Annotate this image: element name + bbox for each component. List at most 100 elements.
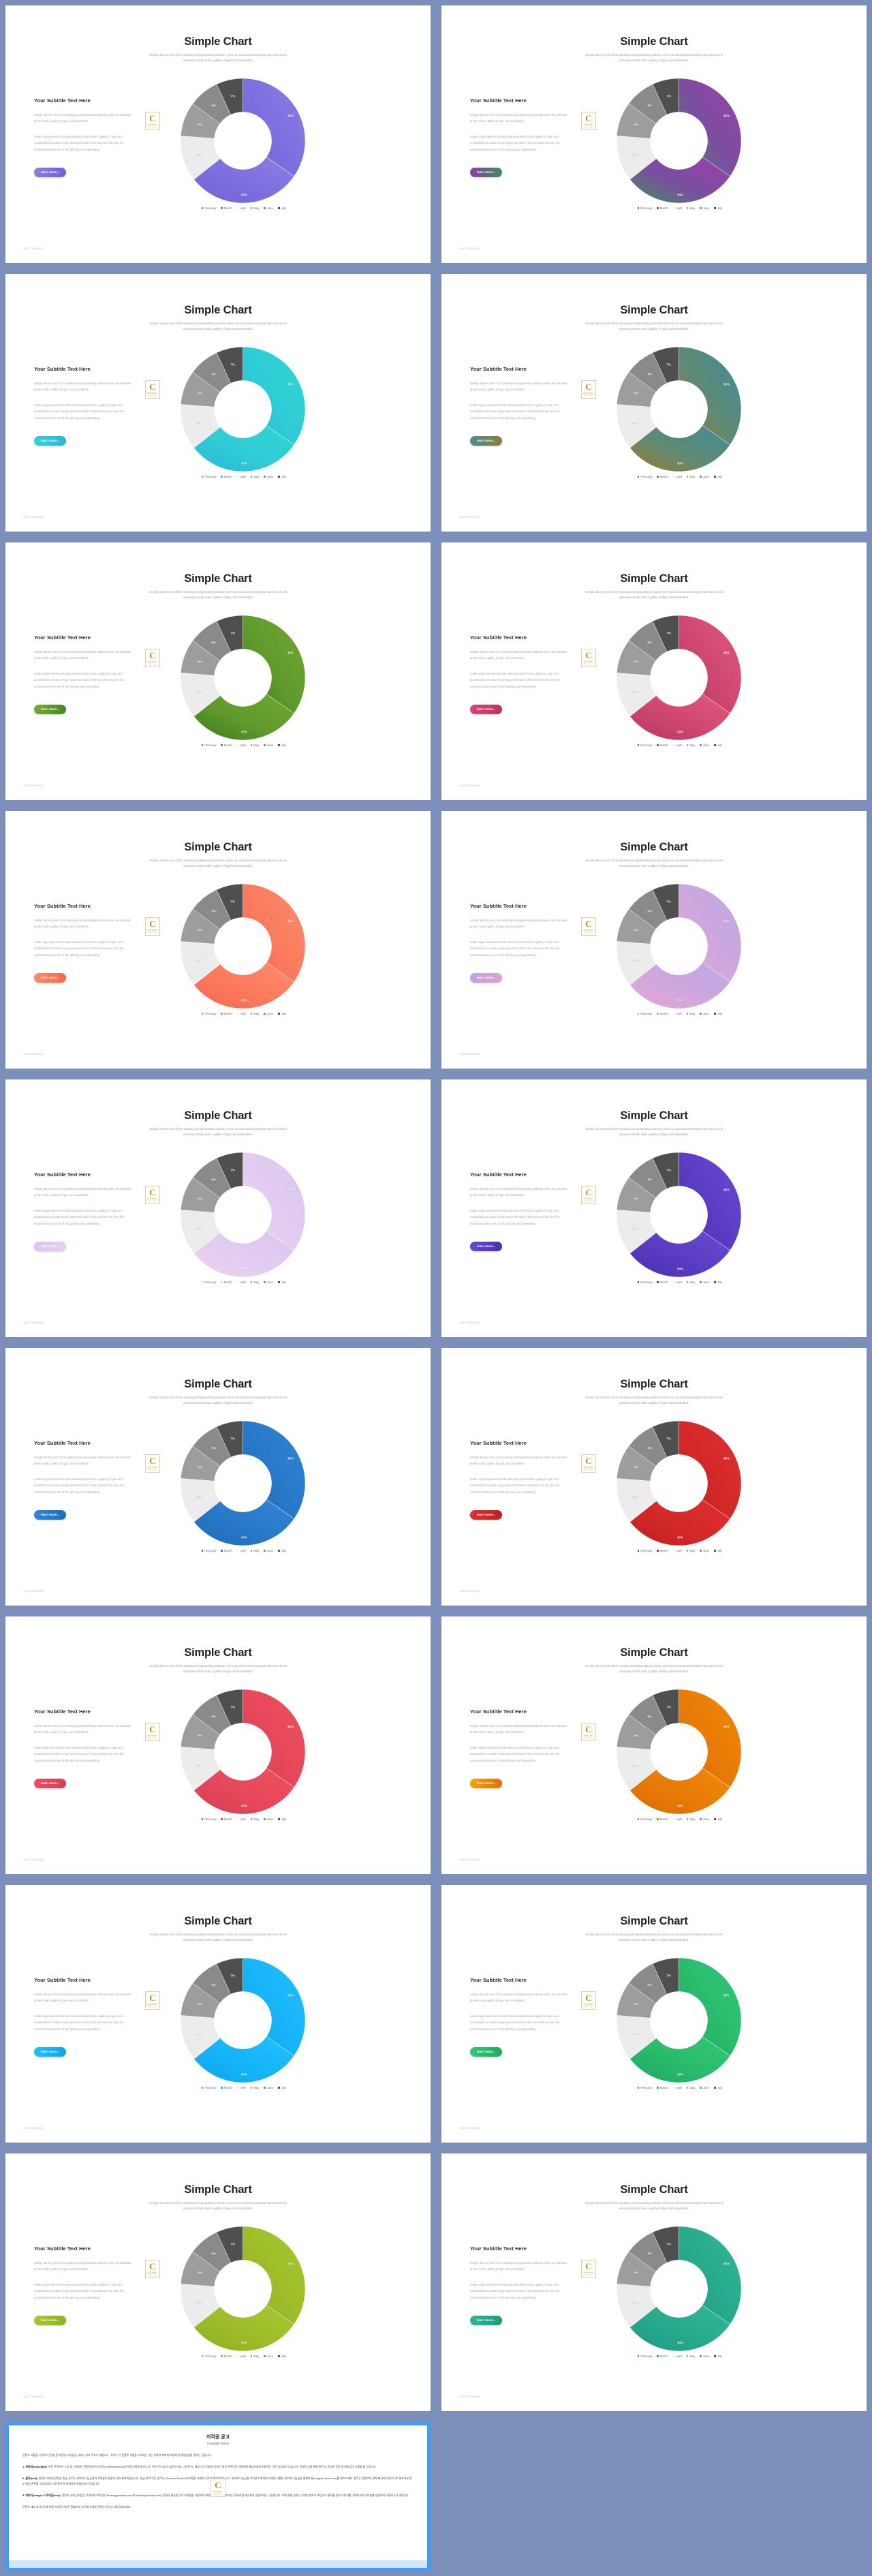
legend-item-april[interactable]: April [236,1818,246,1821]
legend-item-june[interactable]: June [264,2355,273,2358]
legend-item-june[interactable]: June [700,1281,709,1284]
legend-item-june[interactable]: June [264,1549,273,1552]
donut-chart[interactable]: 35% 30% 12% 9% 8% 7% February March April May Jun… [164,1150,321,1284]
slide-cell-13[interactable]: Simple Chart Simply dummy text of the pr… [0,1611,436,1880]
legend-item-march[interactable]: March [221,743,232,747]
slide-cell-18[interactable]: Simple Chart Simply dummy text of the pr… [436,2148,872,2417]
legend-item-may[interactable]: May [686,1549,695,1552]
legend-item-february[interactable]: February [201,206,216,210]
learn-more-button[interactable]: learn more... [470,436,503,446]
donut-slice-february[interactable] [678,346,741,446]
legend-item-april[interactable]: April [672,2086,682,2089]
slide[interactable]: Simple Chart Simply dummy text of the pr… [5,274,431,532]
learn-more-button[interactable]: learn more... [470,2316,503,2326]
legend-item-march[interactable]: March [657,2086,668,2089]
slide[interactable]: Simple Chart Simply dummy text of the pr… [441,1348,867,1606]
donut-slice-february[interactable] [678,1957,741,2057]
legend-item-june[interactable]: June [264,2086,273,2089]
legend-item-february[interactable]: February [637,475,652,478]
donut-graphic[interactable]: 35% 30% 12% 9% 8% 7% [180,2226,306,2352]
donut-slice-february[interactable] [242,1689,305,1788]
slide-cell-7[interactable]: Simple Chart Simply dummy text of the pr… [0,806,436,1074]
slide[interactable]: Simple Chart Simply dummy text of the pr… [5,1885,431,2143]
slide-cell-1[interactable]: Simple Chart Simply dummy text of the pr… [0,0,436,269]
legend-item-july[interactable]: July [714,206,722,210]
legend-item-june[interactable]: June [264,743,273,747]
slide[interactable]: Simple Chart Simply dummy text of the pr… [441,1885,867,2143]
donut-graphic[interactable]: 35% 30% 12% 9% 8% 7% [180,1420,306,1546]
legend-item-july[interactable]: July [714,1818,722,1821]
legend-item-april[interactable]: April [672,743,682,747]
legend-item-april[interactable]: April [672,1281,682,1284]
legend-item-february[interactable]: February [201,1549,216,1552]
legend-item-june[interactable]: June [700,743,709,747]
slide-cell-9[interactable]: Simple Chart Simply dummy text of the pr… [0,1074,436,1343]
legend-item-june[interactable]: June [264,1818,273,1821]
donut-chart[interactable]: 35% 30% 12% 9% 8% 7% February March April May Jun… [164,613,321,747]
legend-item-march[interactable]: March [221,1818,232,1821]
legend-item-may[interactable]: May [686,475,695,478]
legend-item-february[interactable]: February [637,743,652,747]
legend-item-july[interactable]: July [714,475,722,478]
donut-graphic[interactable]: 35% 30% 12% 9% 8% 7% [616,615,742,741]
donut-graphic[interactable]: 35% 30% 12% 9% 8% 7% [616,78,742,204]
legend-item-may[interactable]: May [686,2355,695,2358]
legend-item-april[interactable]: April [236,206,246,210]
donut-graphic[interactable]: 35% 30% 12% 9% 8% 7% [616,1689,742,1815]
slide[interactable]: Simple Chart Simply dummy text of the pr… [5,1616,431,1874]
learn-more-button[interactable]: learn more... [34,973,67,983]
donut-slice-february[interactable] [242,883,305,983]
donut-graphic[interactable]: 35% 30% 12% 9% 8% 7% [616,1152,742,1278]
donut-graphic[interactable]: 35% 30% 12% 9% 8% 7% [616,346,742,472]
legend-item-february[interactable]: February [637,1818,652,1821]
legend-item-february[interactable]: February [637,1012,652,1015]
donut-chart[interactable]: 35% 30% 12% 9% 8% 7% February March April May Jun… [600,1150,757,1284]
legend-item-june[interactable]: June [700,206,709,210]
slide[interactable]: Simple Chart Simply dummy text of the pr… [5,5,431,263]
legend-item-april[interactable]: April [236,1281,246,1284]
donut-graphic[interactable]: 35% 30% 12% 9% 8% 7% [180,1689,306,1815]
slide[interactable]: Simple Chart Simply dummy text of the pr… [5,1348,431,1606]
legend-item-february[interactable]: February [201,1281,216,1284]
donut-graphic[interactable]: 35% 30% 12% 9% 8% 7% [180,615,306,741]
legend-item-july[interactable]: July [278,743,286,747]
legend-item-march[interactable]: March [221,1281,232,1284]
donut-chart[interactable]: 35% 30% 12% 9% 8% 7% February March April May Jun… [164,2224,321,2358]
slide-cell-10[interactable]: Simple Chart Simply dummy text of the pr… [436,1074,872,1343]
slide[interactable]: Simple Chart Simply dummy text of the pr… [5,542,431,800]
learn-more-button[interactable]: learn more... [34,2316,67,2326]
legend-item-april[interactable]: April [236,2086,246,2089]
legend-item-may[interactable]: May [250,475,259,478]
legend-item-march[interactable]: March [657,1012,668,1015]
donut-slice-february[interactable] [678,883,741,983]
donut-slice-february[interactable] [242,615,305,714]
legend-item-june[interactable]: June [700,1549,709,1552]
donut-chart[interactable]: 35% 30% 12% 9% 8% 7% February March April May Jun… [164,76,321,210]
legend-item-may[interactable]: May [686,1281,695,1284]
legend-item-february[interactable]: February [637,2355,652,2358]
legend-item-july[interactable]: July [278,475,286,478]
donut-slice-february[interactable] [242,78,305,177]
donut-slice-february[interactable] [678,78,741,177]
slide-cell-14[interactable]: Simple Chart Simply dummy text of the pr… [436,1611,872,1880]
donut-chart[interactable]: 35% 30% 12% 9% 8% 7% February March April May Jun… [600,613,757,747]
legend-item-february[interactable]: February [637,1281,652,1284]
legend-item-february[interactable]: February [201,743,216,747]
learn-more-button[interactable]: learn more... [34,1242,67,1252]
donut-graphic[interactable]: 35% 30% 12% 9% 8% 7% [180,1957,306,2083]
donut-chart[interactable]: 35% 30% 12% 9% 8% 7% February March April May Jun… [600,882,757,1015]
legend-item-march[interactable]: March [221,206,232,210]
donut-chart[interactable]: 35% 30% 12% 9% 8% 7% February March April May Jun… [600,345,757,478]
slide-cell-17[interactable]: Simple Chart Simply dummy text of the pr… [0,2148,436,2417]
legend-item-april[interactable]: April [236,475,246,478]
legend-item-february[interactable]: February [201,2355,216,2358]
donut-chart[interactable]: 35% 30% 12% 9% 8% 7% February March April May Jun… [600,1956,757,2089]
legend-item-may[interactable]: May [250,206,259,210]
legend-item-july[interactable]: July [278,2355,286,2358]
copyright-slide-cell[interactable]: 저작권 공고 Copyright Notice 콘텐츠 사용을 시작하기 전에 (본… [0,2417,436,2576]
donut-graphic[interactable]: 35% 30% 12% 9% 8% 7% [616,2226,742,2352]
slide[interactable]: Simple Chart Simply dummy text of the pr… [5,811,431,1069]
legend-item-march[interactable]: March [221,1012,232,1015]
learn-more-button[interactable]: learn more... [470,973,503,983]
legend-item-july[interactable]: July [278,1818,286,1821]
